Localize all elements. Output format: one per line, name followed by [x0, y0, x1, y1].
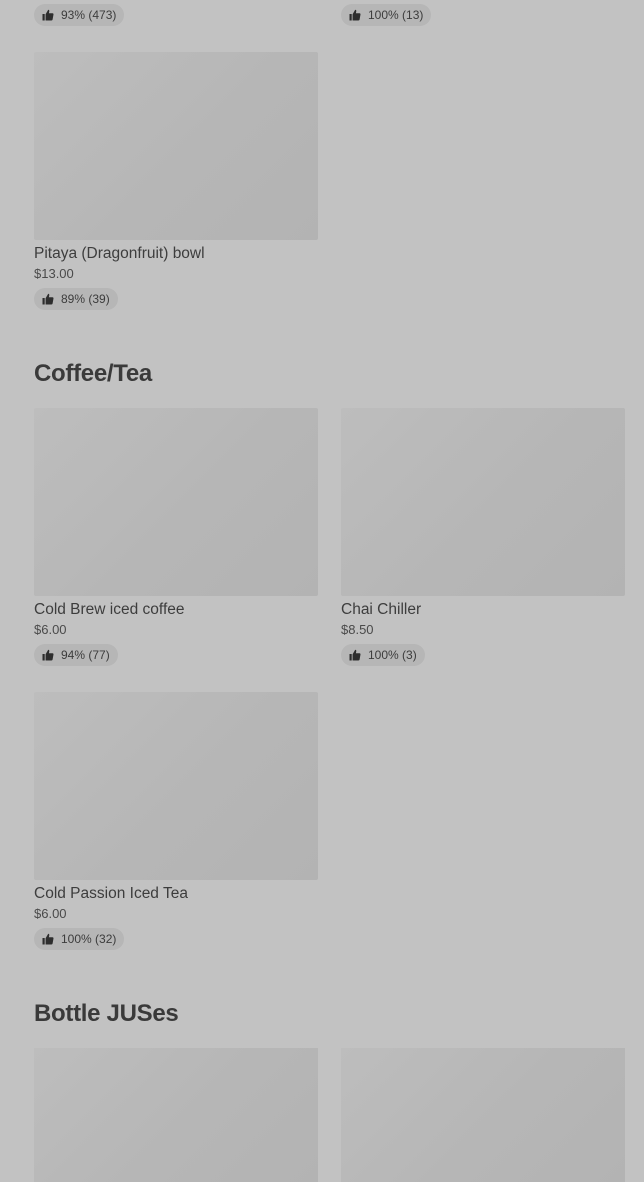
item-price: $6.00 — [34, 622, 67, 637]
rating-badge: 93% (473) — [34, 4, 125, 26]
rating-text: 100% (13) — [368, 8, 424, 22]
item-name: Cold Brew iced coffee — [34, 601, 185, 618]
item-image — [34, 1048, 318, 1182]
menu-item-card[interactable]: Pitaya (Dragonfruit) bowl $13.00 89% (39… — [34, 52, 318, 314]
rating-badge: 100% (3) — [341, 644, 425, 666]
rating-text: 89% (39) — [61, 292, 110, 306]
rating-badge: 94% (77) — [34, 644, 118, 666]
menu-item-card[interactable]: Cold Brew iced coffee $6.00 94% (77) — [34, 408, 318, 670]
rating-text: 94% (77) — [61, 648, 110, 662]
menu-item-card[interactable]: Chai Chiller $8.50 100% (3) — [341, 408, 625, 670]
rating-badge: 89% (39) — [34, 288, 118, 310]
thumbs-up-icon — [349, 649, 361, 661]
section-title-bottle-juses: Bottle JUSes — [34, 1000, 179, 1027]
item-price: $13.00 — [34, 266, 74, 281]
thumbs-up-icon — [42, 9, 54, 21]
item-name: Pitaya (Dragonfruit) bowl — [34, 245, 205, 262]
thumbs-up-icon — [349, 9, 361, 21]
item-image — [341, 1048, 625, 1182]
thumbs-up-icon — [42, 293, 54, 305]
thumbs-up-icon — [42, 649, 54, 661]
rating-text: 100% (3) — [368, 648, 417, 662]
item-image — [341, 408, 625, 596]
menu-item-card[interactable]: Cold Passion Iced Tea $6.00 100% (32) — [34, 692, 318, 954]
rating-badge: 100% (32) — [34, 928, 125, 950]
rating-text: 100% (32) — [61, 932, 117, 946]
menu-item-card[interactable] — [341, 1048, 625, 1182]
item-image — [34, 408, 318, 596]
item-price: $6.00 — [34, 906, 67, 921]
item-name: Chai Chiller — [341, 601, 422, 618]
thumbs-up-icon — [42, 933, 54, 945]
section-title-coffee-tea: Coffee/Tea — [34, 360, 152, 387]
rating-badge: 100% (13) — [341, 4, 432, 26]
item-image — [34, 52, 318, 240]
rating-text: 93% (473) — [61, 8, 117, 22]
menu-item-card[interactable] — [34, 1048, 318, 1182]
menu-page: 93% (473) 100% (13) Pitaya (Dragonfruit)… — [0, 0, 644, 1182]
item-image — [34, 692, 318, 880]
item-price: $8.50 — [341, 622, 374, 637]
item-name: Cold Passion Iced Tea — [34, 885, 188, 902]
